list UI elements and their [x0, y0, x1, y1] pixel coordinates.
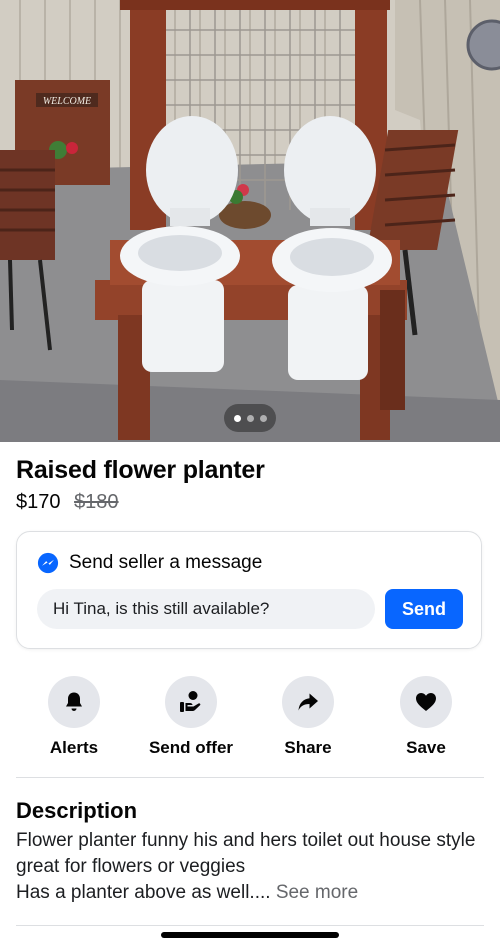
message-heading-row: Send seller a message	[37, 552, 262, 574]
description-line-1: Flower planter funny his and hers toilet…	[16, 830, 476, 877]
share-arrow-icon	[298, 693, 318, 711]
listing-title: Raised flower planter	[16, 456, 265, 484]
send-offer-label: Send offer	[148, 738, 234, 757]
bell-icon	[66, 692, 82, 711]
page-dot-active	[233, 414, 241, 422]
description-text: Flower planter funny his and hers toilet…	[16, 828, 486, 906]
send-offer-button[interactable]: Send offer	[136, 676, 246, 758]
section-divider	[16, 777, 484, 778]
page-dot	[246, 414, 254, 422]
send-button[interactable]: Send	[385, 589, 463, 629]
section-divider-bottom	[16, 925, 484, 926]
offer-icon	[180, 691, 201, 712]
page-dot	[259, 414, 267, 422]
share-label: Share	[284, 738, 332, 757]
messenger-icon	[37, 552, 59, 574]
save-circle[interactable]	[400, 676, 452, 728]
send-offer-circle[interactable]	[165, 676, 217, 728]
alerts-button[interactable]: Alerts	[19, 676, 129, 758]
planter-photo-image: WELCOME	[0, 0, 500, 442]
heart-icon	[416, 693, 436, 711]
message-input[interactable]: Hi Tina, is this still available?	[37, 589, 375, 629]
message-seller-card: Send seller a message Hi Tina, is this s…	[16, 531, 482, 649]
svg-text:WELCOME: WELCOME	[43, 96, 91, 107]
current-price: $170	[16, 491, 61, 513]
original-price: $180	[74, 491, 119, 513]
home-indicator	[161, 932, 339, 938]
description-line-2: Has a planter above as well....	[16, 882, 271, 903]
share-circle[interactable]	[282, 676, 334, 728]
listing-price: $170 $180	[16, 491, 119, 514]
message-heading: Send seller a message	[69, 552, 263, 573]
alerts-circle[interactable]	[48, 676, 100, 728]
description-heading: Description	[16, 798, 138, 823]
see-more-link[interactable]: See more	[276, 882, 358, 903]
share-button[interactable]: Share	[253, 676, 363, 758]
listing-photo[interactable]: WELCOME	[0, 0, 500, 442]
save-label: Save	[406, 738, 446, 757]
alerts-label: Alerts	[49, 738, 99, 757]
save-button[interactable]: Save	[371, 676, 481, 758]
photo-page-indicator	[224, 404, 276, 432]
action-bar: Alerts Send offer Share Save	[0, 676, 500, 766]
